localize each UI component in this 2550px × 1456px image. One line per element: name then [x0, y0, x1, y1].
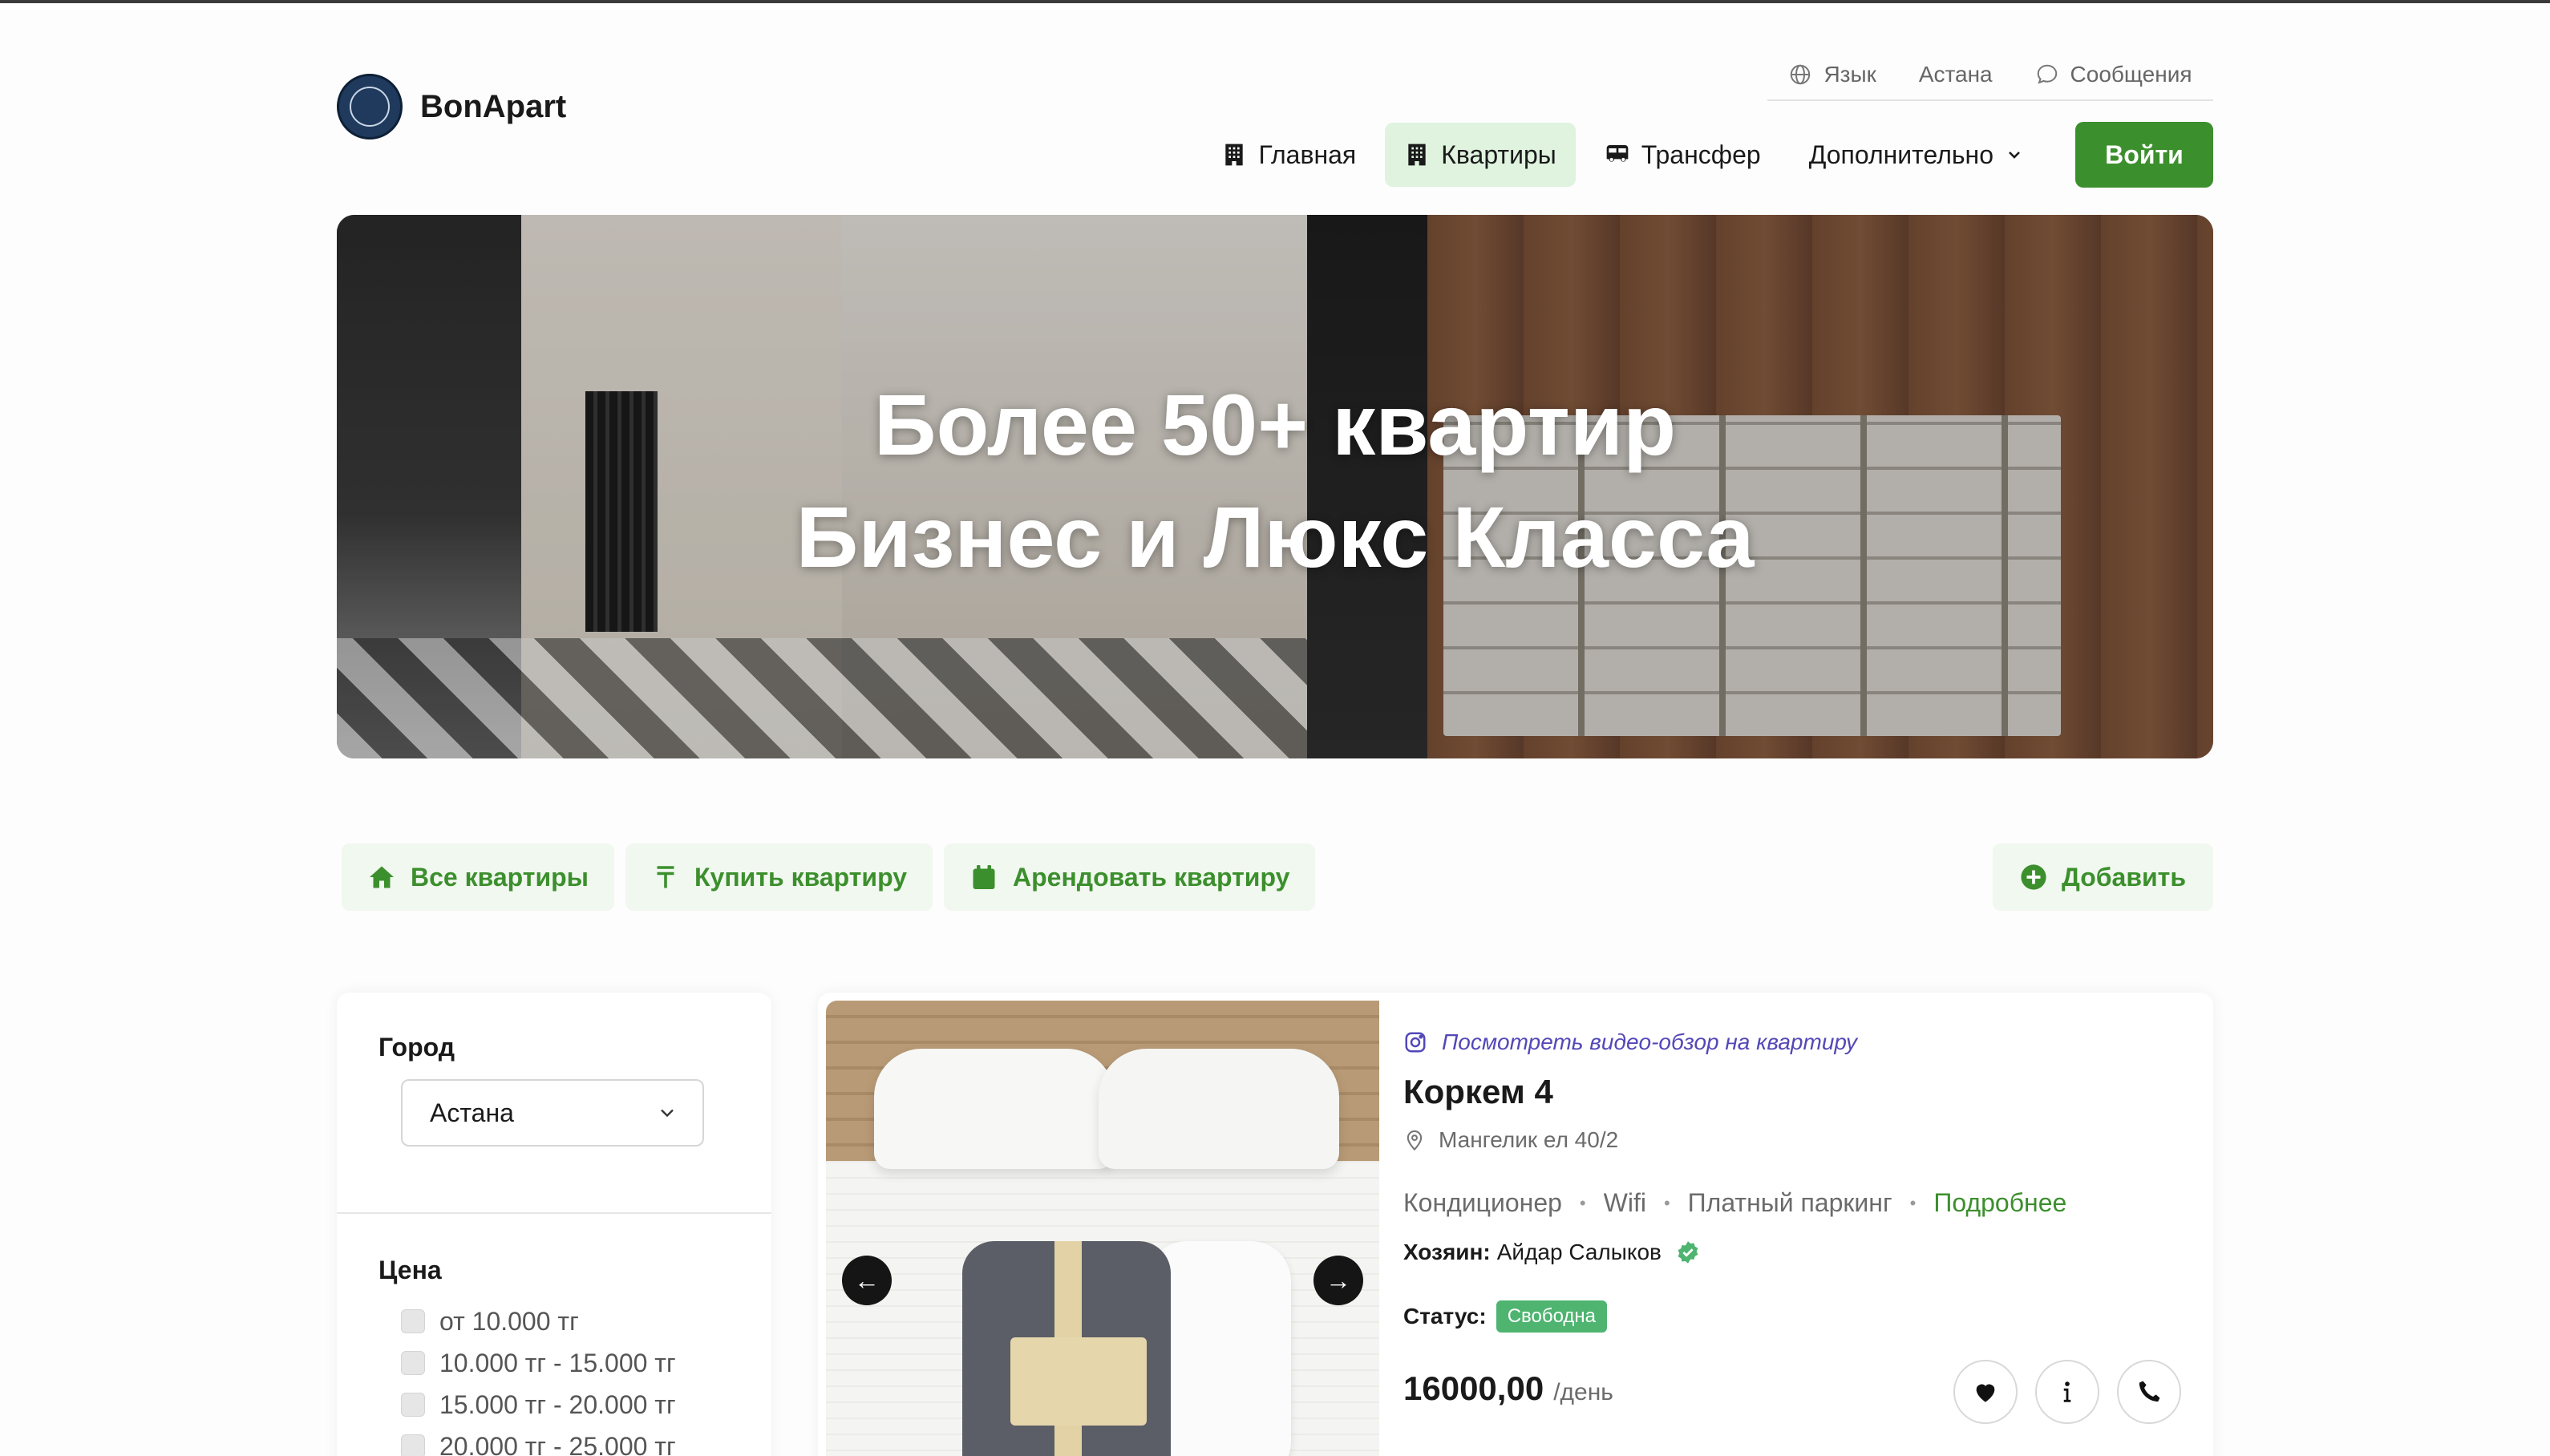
calendar-icon: [973, 865, 995, 889]
nav-item-label: Главная: [1258, 140, 1357, 169]
login-button[interactable]: Войти: [2075, 122, 2213, 188]
brand-name: BonApart: [420, 88, 567, 124]
price-checkbox[interactable]: [401, 1351, 425, 1375]
video-review-label: Посмотреть видео-обзор на квартиру: [1442, 1029, 1858, 1054]
tenge-icon: [657, 866, 674, 888]
building-icon: [1408, 144, 1426, 166]
city-filter-heading: Город: [378, 1033, 455, 1062]
bonapart-logo-icon: [337, 74, 403, 140]
amenity-item: Wifi: [1603, 1188, 1646, 1217]
price-option[interactable]: от 10.000 тг: [401, 1300, 676, 1342]
video-review-link[interactable]: Посмотреть видео-обзор на квартиру: [1403, 1029, 1857, 1055]
price-option[interactable]: 10.000 тг - 15.000 тг: [401, 1342, 676, 1384]
verified-badge-icon: [1678, 1241, 1698, 1264]
more-details-link[interactable]: Подробнее: [1933, 1188, 2066, 1218]
hero-title-line2: Бизнес и Люкс Класса: [795, 488, 1755, 585]
price-checkbox[interactable]: [401, 1393, 425, 1417]
nav-item-apartments[interactable]: Квартиры: [1385, 123, 1576, 187]
price-checkbox[interactable]: [401, 1434, 425, 1456]
all-apartments-label: Все квартиры: [411, 862, 589, 892]
language-selector[interactable]: Язык: [1788, 62, 1876, 87]
plus-circle-icon: [2021, 864, 2046, 890]
chevron-down-icon: [661, 1109, 674, 1118]
nav-item-transfer[interactable]: Трансфер: [1585, 123, 1780, 187]
nav-item-more[interactable]: Дополнительно: [1790, 123, 2043, 187]
price-unit: /день: [1553, 1379, 1613, 1405]
favorite-button[interactable]: [1953, 1360, 2018, 1424]
hero-title-line1: Более 50+ квартир: [873, 376, 1677, 473]
status-label: Статус:: [1403, 1304, 1487, 1329]
status-badge: Свободна: [1496, 1300, 1608, 1333]
price-option-label: 20.000 тг - 25.000 тг: [439, 1431, 676, 1456]
owner-label: Хозяин:: [1403, 1240, 1491, 1264]
main-nav: Главная Квартиры Трансфер Дополнительно …: [1202, 122, 2213, 188]
apartment-title[interactable]: Коркем 4: [1403, 1073, 1553, 1111]
messages-link[interactable]: Сообщения: [2035, 62, 2192, 87]
category-filters: Все квартиры Купить квартиру Арендовать …: [342, 843, 1316, 911]
page: BonApart Язык Астана Сообщения Главная К…: [337, 3, 2213, 1456]
buy-apartment-button[interactable]: Купить квартиру: [625, 843, 933, 911]
price-filter-heading: Цена: [378, 1256, 442, 1284]
price-option[interactable]: 15.000 тг - 20.000 тг: [401, 1384, 676, 1426]
hero-title: Более 50+ квартир Бизнес и Люкс Класса: [337, 369, 2213, 593]
rent-apartment-label: Арендовать квартиру: [1013, 862, 1290, 892]
address-text: Мангелик ел 40/2: [1439, 1127, 1619, 1152]
availability-status: Статус: Свободна: [1403, 1300, 1608, 1333]
card-actions: [1953, 1360, 2181, 1424]
apartment-card[interactable]: ← → Посмотреть видео-обзор на квартиру К…: [818, 993, 2213, 1456]
price-option-label: от 10.000 тг: [439, 1306, 579, 1336]
nav-item-label: Трансфер: [1641, 140, 1761, 169]
city-select[interactable]: Астана: [401, 1079, 704, 1147]
apartment-address: Мангелик ел 40/2: [1403, 1127, 1618, 1153]
rent-apartment-button[interactable]: Арендовать квартиру: [944, 843, 1316, 911]
messages-label: Сообщения: [2070, 62, 2192, 87]
call-button[interactable]: [2117, 1360, 2181, 1424]
brand-logo[interactable]: BonApart: [337, 74, 566, 140]
instagram-icon: [1405, 1032, 1426, 1053]
chat-bubble-icon: [2037, 64, 2057, 84]
owner-info: Хозяин: Айдар Салыков: [1403, 1240, 1700, 1265]
nav-item-home[interactable]: Главная: [1202, 123, 1375, 187]
city-label: Астана: [1918, 62, 1993, 87]
utility-bar: Язык Астана Сообщения: [1767, 50, 2213, 101]
price-display: 16000,00 /день: [1403, 1369, 1613, 1408]
owner-name[interactable]: Айдар Салыков: [1497, 1240, 1662, 1265]
hero-banner: Более 50+ квартир Бизнес и Люкс Класса: [337, 215, 2213, 758]
price-amount: 16000,00: [1403, 1369, 1544, 1407]
chevron-down-icon: [2009, 152, 2020, 159]
home-icon: [370, 866, 394, 888]
next-photo-button[interactable]: →: [1313, 1256, 1363, 1305]
all-apartments-button[interactable]: Все квартиры: [342, 843, 614, 911]
price-option[interactable]: 20.000 тг - 25.000 тг: [401, 1426, 676, 1456]
nav-item-label: Дополнительно: [1808, 140, 1993, 169]
prev-photo-button[interactable]: ←: [842, 1256, 892, 1305]
globe-icon: [1791, 64, 1811, 85]
amenity-item: Платный паркинг: [1687, 1188, 1892, 1217]
apartment-photo[interactable]: ← →: [826, 1001, 1379, 1456]
add-listing-label: Добавить: [2062, 862, 2186, 892]
filter-sidebar: Город Астана Цена от 10.000 тг 10.000 тг…: [337, 993, 771, 1456]
info-icon: [2063, 1381, 2071, 1402]
city-select-value: Астана: [430, 1098, 514, 1127]
language-label: Язык: [1823, 62, 1876, 87]
add-listing-button[interactable]: Добавить: [1993, 843, 2213, 911]
city-link[interactable]: Астана: [1919, 62, 1993, 87]
price-option-label: 15.000 тг - 20.000 тг: [439, 1389, 676, 1419]
info-button[interactable]: [2035, 1360, 2099, 1424]
amenities-list: Кондиционер • Wifi • Платный паркинг • П…: [1403, 1188, 2067, 1218]
price-option-label: 10.000 тг - 15.000 тг: [439, 1348, 676, 1377]
phone-icon: [2139, 1381, 2160, 1402]
location-pin-icon: [1407, 1130, 1423, 1151]
apartment-info: Посмотреть видео-обзор на квартиру Корке…: [1403, 993, 2213, 1456]
building-icon: [1225, 144, 1244, 166]
buy-apartment-label: Купить квартиру: [694, 862, 908, 892]
heart-icon: [1976, 1384, 1995, 1402]
price-filter-list: от 10.000 тг 10.000 тг - 15.000 тг 15.00…: [401, 1300, 676, 1456]
bus-icon: [1606, 145, 1629, 162]
nav-item-label: Квартиры: [1441, 140, 1556, 169]
amenity-item: Кондиционер: [1403, 1188, 1562, 1217]
price-checkbox[interactable]: [401, 1309, 425, 1333]
sidebar-divider: [337, 1212, 771, 1214]
